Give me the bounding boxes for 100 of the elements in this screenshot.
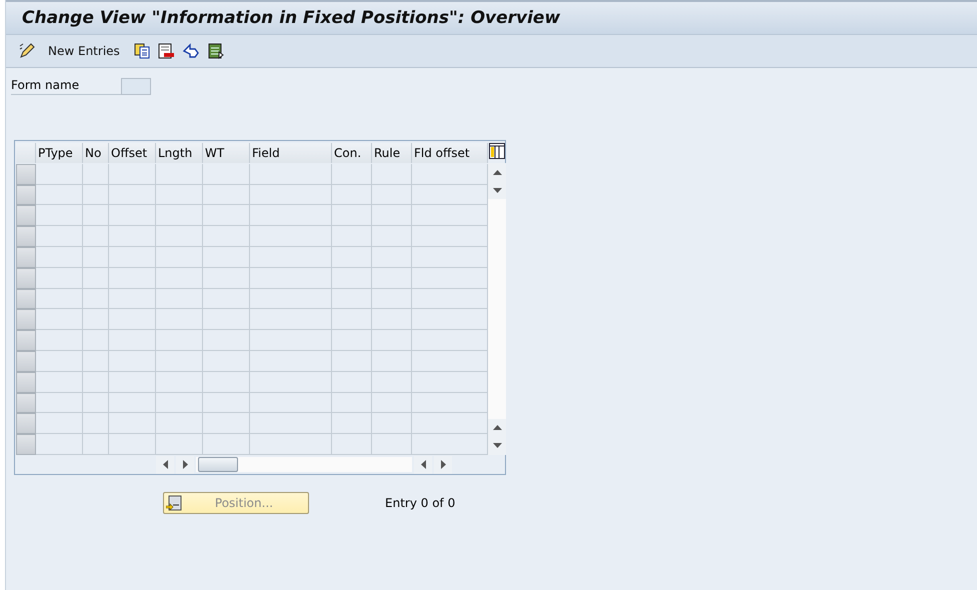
table-cell[interactable] (250, 350, 332, 372)
table-cell[interactable] (332, 392, 372, 414)
row-selector[interactable] (16, 330, 36, 351)
table-cell[interactable] (36, 392, 83, 414)
table-cell[interactable] (250, 413, 332, 434)
scroll-up-button[interactable] (488, 163, 506, 181)
form-name-field[interactable] (121, 78, 151, 95)
scrollbar-track[interactable] (196, 457, 412, 472)
table-cell[interactable] (203, 372, 250, 393)
table-cell[interactable] (332, 350, 372, 372)
table-cell[interactable] (332, 413, 372, 434)
table-cell[interactable] (250, 372, 332, 393)
table-cell[interactable] (203, 330, 250, 351)
table-cell[interactable] (83, 309, 109, 330)
row-selector[interactable] (16, 413, 36, 434)
row-selector[interactable] (16, 372, 36, 393)
table-cell[interactable] (156, 184, 203, 206)
table-cell[interactable] (332, 268, 372, 289)
table-cell[interactable] (109, 413, 156, 434)
select-all-icon[interactable] (208, 43, 224, 59)
table-cell[interactable] (109, 309, 156, 330)
table-cell[interactable] (372, 226, 412, 247)
table-cell[interactable] (332, 288, 372, 310)
table-cell[interactable] (372, 184, 412, 206)
table-cell[interactable] (156, 330, 203, 351)
table-cell[interactable] (83, 288, 109, 310)
table-cell[interactable] (250, 205, 332, 226)
table-cell[interactable] (109, 246, 156, 268)
table-cell[interactable] (36, 330, 83, 351)
delete-row-icon[interactable] (158, 43, 174, 59)
table-cell[interactable] (109, 392, 156, 414)
table-cell[interactable] (109, 434, 156, 455)
undo-arrow-icon[interactable] (182, 43, 200, 59)
table-cell[interactable] (156, 226, 203, 247)
scroll-up-button[interactable] (488, 418, 506, 437)
row-selector[interactable] (16, 392, 36, 414)
table-cell[interactable] (156, 268, 203, 289)
scroll-left-button[interactable] (414, 456, 432, 474)
table-cell[interactable] (83, 164, 109, 185)
table-cell[interactable] (109, 226, 156, 247)
table-cell[interactable] (156, 392, 203, 414)
table-cell[interactable] (156, 372, 203, 393)
table-cell[interactable] (156, 164, 203, 185)
table-cell[interactable] (109, 205, 156, 226)
column-header[interactable]: Con. (332, 143, 372, 163)
row-selector[interactable] (16, 184, 36, 206)
table-cell[interactable] (83, 434, 109, 455)
table-cell[interactable] (372, 246, 412, 268)
table-cell[interactable] (372, 350, 412, 372)
table-cell[interactable] (83, 350, 109, 372)
row-selector[interactable] (16, 268, 36, 289)
table-cell[interactable] (203, 184, 250, 206)
table-cell[interactable] (372, 268, 412, 289)
table-cell[interactable] (36, 288, 83, 310)
scroll-left-button[interactable] (156, 456, 174, 474)
table-cell[interactable] (109, 288, 156, 310)
table-cell[interactable] (83, 226, 109, 247)
table-cell[interactable] (83, 372, 109, 393)
table-cell[interactable] (83, 330, 109, 351)
table-cell[interactable] (203, 226, 250, 247)
column-header[interactable]: Offset (109, 143, 156, 163)
table-cell[interactable] (332, 372, 372, 393)
table-cell[interactable] (372, 434, 412, 455)
table-cell[interactable] (83, 205, 109, 226)
table-cell[interactable] (36, 205, 83, 226)
column-header[interactable]: Fld offset (412, 143, 488, 163)
table-cell[interactable] (332, 205, 372, 226)
table-cell[interactable] (203, 434, 250, 455)
table-cell[interactable] (250, 392, 332, 414)
table-cell[interactable] (36, 372, 83, 393)
table-cell[interactable] (36, 184, 83, 206)
table-cell[interactable] (36, 309, 83, 330)
edit-pencil-icon[interactable] (18, 42, 36, 60)
table-cell[interactable] (109, 372, 156, 393)
table-cell[interactable] (156, 246, 203, 268)
table-cell[interactable] (36, 413, 83, 434)
column-header[interactable]: No (83, 143, 109, 163)
table-cell[interactable] (372, 205, 412, 226)
table-cell[interactable] (250, 164, 332, 185)
copy-icon[interactable] (134, 43, 150, 59)
table-cell[interactable] (83, 268, 109, 289)
table-cell[interactable] (372, 164, 412, 185)
table-cell[interactable] (36, 434, 83, 455)
table-cell[interactable] (250, 309, 332, 330)
table-cell[interactable] (203, 268, 250, 289)
table-cell[interactable] (156, 434, 203, 455)
table-cell[interactable] (156, 288, 203, 310)
table-cell[interactable] (83, 184, 109, 206)
table-cell[interactable] (36, 226, 83, 247)
table-cell[interactable] (36, 268, 83, 289)
column-settings-icon[interactable] (489, 143, 505, 159)
table-cell[interactable] (332, 434, 372, 455)
table-cell[interactable] (83, 392, 109, 414)
row-selector[interactable] (16, 164, 36, 185)
scroll-right-button[interactable] (176, 456, 194, 474)
row-selector[interactable] (16, 205, 36, 226)
table-cell[interactable] (372, 288, 412, 310)
table-cell[interactable] (156, 205, 203, 226)
table-cell[interactable] (332, 246, 372, 268)
table-cell[interactable] (36, 164, 83, 185)
